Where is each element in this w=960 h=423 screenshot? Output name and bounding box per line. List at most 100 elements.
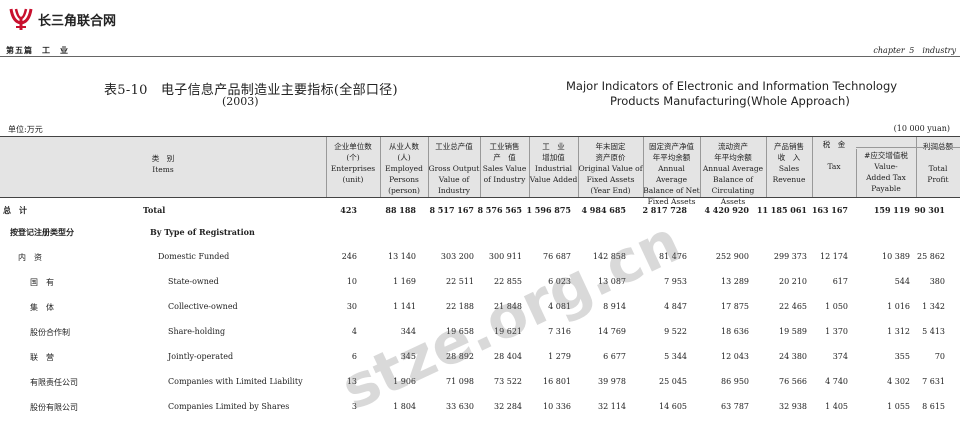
column-header-line: 从业人数	[389, 142, 419, 151]
column-header-line: Total	[928, 164, 948, 173]
column-header: 工业总产值 Gross Output Value of Industry	[428, 141, 480, 196]
column-header-line: 工业总产值	[435, 142, 473, 151]
tax-group-rule	[856, 147, 960, 148]
column-header-line: Sales	[778, 164, 800, 173]
column-header-line: 产品销售	[774, 142, 804, 151]
row-value: 76 566	[779, 377, 807, 386]
row-value: 10 389	[882, 252, 910, 261]
row-value: 16 801	[543, 377, 571, 386]
row-value: 163 167	[811, 205, 848, 215]
row-value: 1 169	[393, 277, 416, 286]
unit-label-en: (10 000 yuan)	[893, 124, 950, 133]
row-value: 374	[832, 352, 848, 361]
row-value: 1 596 875	[526, 205, 571, 215]
column-header-line: (个)	[346, 153, 360, 162]
column-header-line: Circulating Assets	[711, 186, 755, 206]
row-value: 70	[934, 352, 945, 361]
row-label-cn: 股份有限公司	[30, 403, 78, 412]
row-value: 18 636	[721, 327, 749, 336]
column-header: 固定资产净值 年平均余额 Annual Average Balance of Net F…	[643, 141, 700, 207]
header-rule	[0, 56, 960, 57]
row-value: 13 140	[388, 252, 416, 261]
row-label-cn: 国 有	[30, 278, 54, 287]
row-value: 12 174	[820, 252, 848, 261]
row-value: 4 847	[664, 302, 687, 311]
row-value: 10	[346, 277, 357, 286]
row-label-cn: 集 体	[30, 303, 54, 312]
column-header: 产品销售收 入 Sales Revenue	[766, 141, 812, 185]
row-value: 22 465	[779, 302, 807, 311]
chapter-header-cn: 第五篇 工 业	[6, 45, 69, 55]
logo-mark-icon	[9, 8, 33, 30]
table-header: 类 别 Items 企业单位数 (个) Enterprises (unit) 从业人数 (人)…	[0, 136, 960, 206]
column-header-line: 类 别	[151, 154, 175, 163]
column-header-line: Balance of	[713, 175, 753, 184]
column-header-line	[812, 150, 856, 161]
row-value: 73 522	[494, 377, 522, 386]
row-value: 4 420 920	[704, 205, 749, 215]
unit-label-cn: 单位:万元	[8, 125, 43, 134]
row-value: 4 984 685	[581, 205, 626, 215]
column-header-line: 税 金	[822, 140, 846, 149]
column-header-line: Sales Value	[482, 164, 527, 173]
row-value: 1 016	[887, 302, 910, 311]
table-title-year: (2003)	[222, 95, 259, 108]
column-header-line: Persons	[389, 175, 419, 184]
column-header-line: 年平均余额	[714, 153, 752, 162]
row-value: 32 938	[779, 402, 807, 411]
row-label-en: State-owned	[168, 277, 219, 286]
table-title-en-line1: Major Indicators of Electronic and Infor…	[566, 79, 898, 93]
row-label-en: Companies Limited by Shares	[168, 402, 290, 411]
row-label-cn: 按登记注册类型分	[10, 227, 74, 237]
row-value: 1 342	[922, 302, 945, 311]
row-value: 90 301	[914, 205, 945, 215]
column-header: 税 金 Tax	[812, 139, 856, 172]
row-value: 4	[351, 327, 357, 336]
row-label-en: Share-holding	[168, 327, 226, 336]
row-value: 299 373	[773, 252, 807, 261]
logo-text: 长三角联合网	[38, 13, 117, 29]
row-value: 33 630	[446, 402, 474, 411]
column-header-line: 流动资产	[718, 142, 748, 151]
row-value: 4 740	[825, 377, 848, 386]
row-value: 617	[832, 277, 848, 286]
column-header-line: Original Value of	[578, 164, 643, 173]
column-header-line: 企业单位数	[334, 142, 372, 151]
column-header-line: Industrial	[534, 164, 573, 173]
row-value: 1 370	[825, 327, 848, 336]
column-header-line: Tax	[827, 162, 841, 171]
row-value: 32 114	[598, 402, 626, 411]
row-value: 8 517 167	[429, 205, 474, 215]
row-value: 355	[894, 352, 910, 361]
row-value: 14 605	[659, 402, 687, 411]
row-value: 7 631	[922, 377, 945, 386]
row-value: 1 279	[548, 352, 571, 361]
row-value: 300 911	[488, 252, 522, 261]
row-value: 11 185 061	[756, 205, 807, 215]
site-logo[interactable]: 长三角联合网	[8, 6, 116, 32]
row-value: 25 045	[659, 377, 687, 386]
row-value: 1 055	[887, 402, 910, 411]
column-header-line: 固定资产净值	[649, 142, 694, 151]
row-value: 17 875	[721, 302, 749, 311]
row-value: 63 787	[721, 402, 749, 411]
row-value: 1 405	[825, 402, 848, 411]
column-header-line: Added Tax	[866, 173, 906, 182]
row-value: 10 336	[543, 402, 571, 411]
column-header-line: 产 值	[493, 153, 516, 162]
row-value: 9 522	[664, 327, 687, 336]
column-header-line: Gross Output	[428, 164, 480, 173]
row-value: 8 576 565	[477, 205, 522, 215]
row-label-cn: 有限责任公司	[30, 378, 78, 387]
column-header-line: Fixed Assets	[586, 175, 635, 184]
row-value: 32 284	[494, 402, 522, 411]
column-header-line: 资产原价	[595, 153, 626, 162]
row-label-cn: 联 营	[30, 353, 54, 362]
column-header: 从业人数 (人) Employed Persons (person)	[380, 141, 428, 196]
row-value: 86 950	[721, 377, 749, 386]
column-header-line: (Year End)	[590, 186, 631, 195]
watermark: stze.org.cn	[331, 207, 691, 423]
row-value: 380	[929, 277, 945, 286]
column-header-line: (person)	[388, 186, 420, 195]
row-value: 19 589	[779, 327, 807, 336]
